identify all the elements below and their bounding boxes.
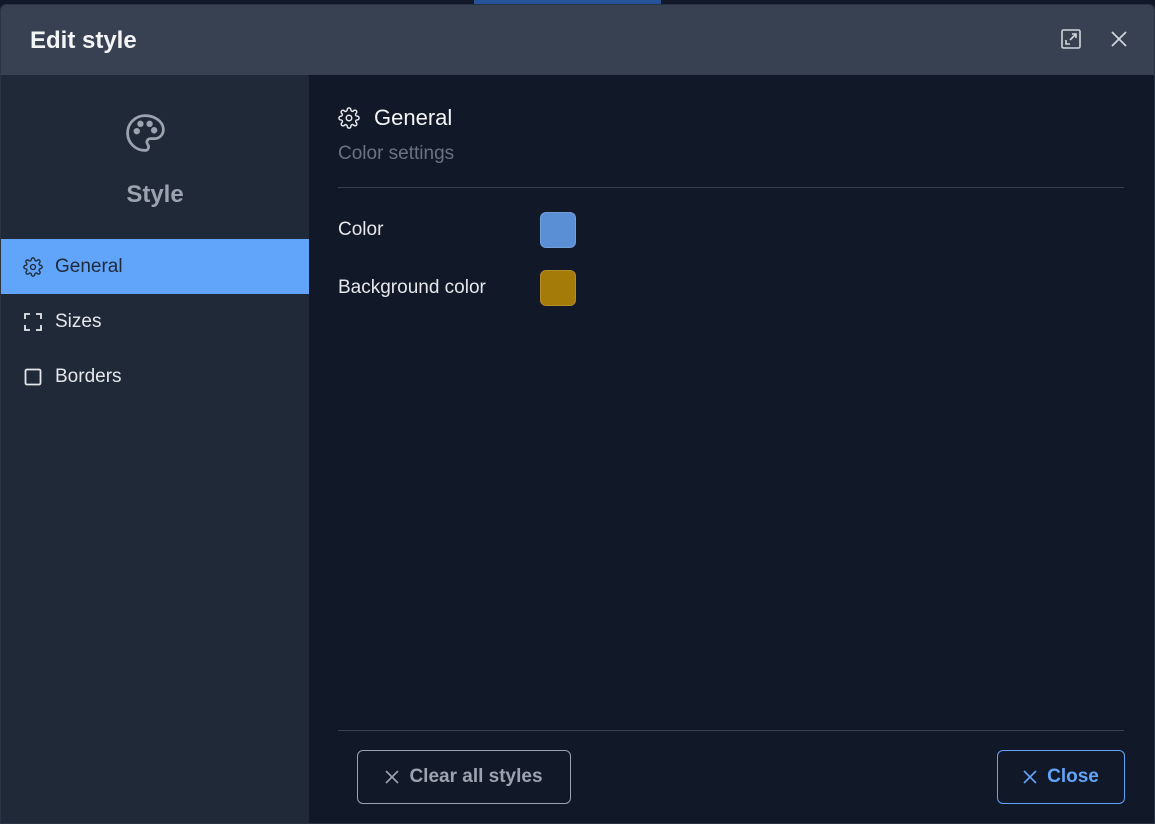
edit-style-dialog: Edit style Style General Sizes Borders G… — [0, 4, 1155, 824]
background-color-label: Background color — [338, 277, 486, 298]
sidebar-title: Style — [126, 181, 184, 208]
maximize-icon — [1061, 29, 1081, 49]
gear-icon — [338, 107, 360, 129]
sidebar-header: Style — [1, 75, 309, 239]
close-label: Close — [1047, 766, 1099, 787]
sidebar-nav: General Sizes Borders — [1, 239, 309, 404]
section-header: General Color settings — [338, 105, 454, 165]
sidebar-item-sizes[interactable]: Sizes — [1, 294, 309, 349]
close-button[interactable] — [1107, 27, 1131, 51]
clear-all-styles-label: Clear all styles — [409, 766, 543, 787]
section-divider — [338, 187, 1124, 188]
close-icon — [385, 770, 400, 784]
background-color-field: Background color — [338, 270, 576, 306]
close-icon — [1023, 770, 1037, 784]
maximize-button[interactable] — [1059, 27, 1083, 51]
dialog-title: Edit style — [30, 27, 137, 54]
dialog-titlebar: Edit style — [1, 5, 1154, 75]
sidebar-item-label: Sizes — [55, 310, 102, 332]
close-dialog-button[interactable]: Close — [997, 750, 1125, 804]
section-subtitle: Color settings — [338, 143, 455, 164]
footer-divider — [338, 730, 1124, 731]
clear-all-styles-button[interactable]: Clear all styles — [357, 750, 571, 804]
gear-icon — [23, 256, 43, 277]
color-swatch[interactable] — [540, 212, 576, 248]
content-panel: General Color settings Color Background … — [309, 75, 1154, 823]
sidebar: Style General Sizes Borders — [1, 75, 309, 823]
square-icon — [23, 367, 43, 387]
color-label: Color — [338, 219, 384, 240]
sidebar-item-label: Borders — [55, 365, 122, 387]
sidebar-item-borders[interactable]: Borders — [1, 349, 309, 404]
background-color-swatch[interactable] — [540, 270, 576, 306]
palette-icon — [126, 114, 165, 152]
sidebar-item-general[interactable]: General — [1, 239, 309, 294]
close-icon — [1111, 31, 1127, 47]
sidebar-item-label: General — [55, 255, 123, 277]
color-field: Color — [338, 212, 576, 248]
section-title: General — [374, 105, 453, 130]
expand-corners-icon — [23, 312, 43, 332]
